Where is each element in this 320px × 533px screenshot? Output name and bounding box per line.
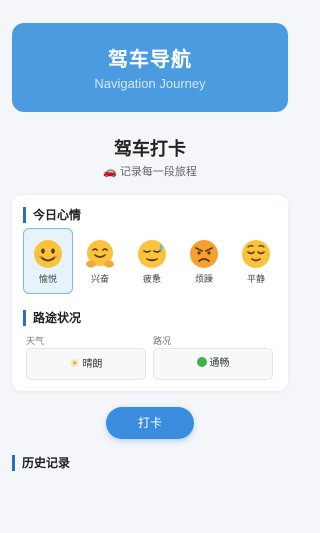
mood-option-irritated[interactable]: 烦躁: [179, 228, 229, 294]
relieved-face-icon: [242, 240, 270, 268]
mood-label: 愉悦: [38, 275, 57, 285]
car-icon: 🚗: [103, 165, 117, 178]
mood-option-excited[interactable]: 兴奋: [75, 228, 125, 294]
mood-option-happy[interactable]: 愉悦: [23, 228, 73, 294]
hugging-face-icon: [86, 240, 114, 268]
mood-section-title: 今日心情: [23, 207, 81, 223]
history-section-title: 历史记录: [12, 455, 70, 471]
traffic-label: 路况: [153, 337, 172, 347]
header-banner: 驾车导航 Navigation Journey: [12, 23, 288, 112]
weather-label: 天气: [26, 337, 45, 347]
mood-option-tired[interactable]: 疲惫: [127, 228, 177, 294]
mood-selector: 愉悦 兴奋 疲惫 烦躁 平静: [23, 228, 281, 294]
road-section-title: 路途状况: [23, 310, 81, 326]
green-dot-icon: [196, 357, 207, 367]
weather-select[interactable]: ☀ 晴朗: [26, 348, 146, 380]
checkin-card: 今日心情 愉悦 兴奋 疲惫 烦躁 平静 路途状况 天气 ☀ 晴朗 路况 通畅: [12, 195, 288, 391]
mood-label: 平静: [246, 275, 265, 285]
traffic-select[interactable]: 通畅: [153, 348, 273, 380]
page-subtitle-text: 记录每一段旅程: [119, 165, 197, 178]
traffic-value: 通畅: [209, 358, 230, 369]
sun-icon: ☀: [69, 357, 80, 370]
checkin-button[interactable]: 打卡: [106, 407, 194, 439]
app-subtitle: Navigation Journey: [94, 76, 206, 91]
mood-label: 疲惫: [142, 275, 161, 285]
mood-label: 烦躁: [194, 275, 213, 285]
mood-label: 兴奋: [90, 275, 109, 285]
smiling-face-icon: [34, 240, 62, 268]
page-title: 驾车打卡: [114, 139, 186, 160]
sweating-face-icon: [138, 240, 166, 268]
mood-option-calm[interactable]: 平静: [231, 228, 281, 294]
weather-value: 晴朗: [82, 359, 103, 370]
page-subtitle: 🚗 记录每一段旅程: [0, 165, 300, 179]
app-title: 驾车导航: [108, 47, 192, 71]
angry-face-icon: [190, 240, 218, 268]
